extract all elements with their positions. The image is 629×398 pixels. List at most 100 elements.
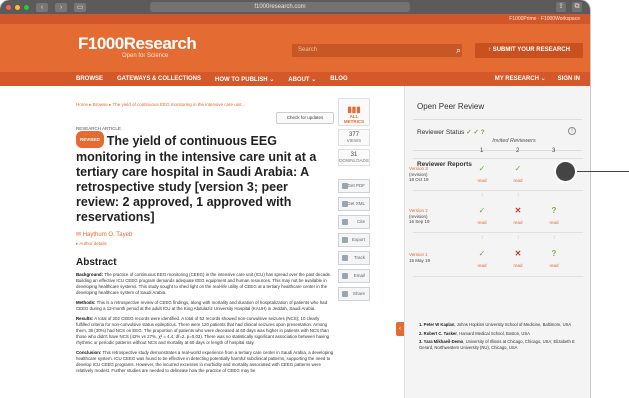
- nav-sign-in[interactable]: SIGN IN: [558, 72, 580, 86]
- reviewer-number: 2.: [419, 330, 423, 336]
- read-report-link[interactable]: read: [547, 220, 561, 225]
- envelope-icon: [342, 273, 348, 279]
- read-report-link[interactable]: read: [547, 263, 561, 268]
- nav-gateways[interactable]: GATEWAYS & COLLECTIONS: [117, 76, 201, 82]
- xml-icon: [342, 201, 348, 207]
- tool-label: Cite: [356, 219, 365, 224]
- version-name[interactable]: Version 2: [409, 208, 428, 213]
- not-approved-icon: ✕: [514, 206, 522, 215]
- info-icon[interactable]: i: [568, 127, 576, 135]
- back-icon[interactable]: ‹: [36, 2, 48, 12]
- site-logo[interactable]: F1000Research: [78, 34, 197, 54]
- main-nav: BROWSE GATEWAYS & COLLECTIONS HOW TO PUB…: [0, 72, 590, 86]
- bar-chart-icon: ▮▮▮: [347, 105, 361, 114]
- downloads-metric: 31 DOWNLOADS: [338, 149, 370, 166]
- reservations-icon: ?: [551, 206, 557, 215]
- share-button[interactable]: Share: [338, 287, 370, 301]
- site-header: F1000Research Open for Science Search ⌕ …: [0, 24, 590, 72]
- approved-icon: ✓: [514, 164, 522, 173]
- article-main: Home ▸ Browse ▸ The yield of continuous …: [76, 86, 334, 398]
- cite-button[interactable]: Cite: [338, 215, 370, 229]
- status-icons: ✓ ✓ ?: [466, 129, 485, 136]
- version-1-label[interactable]: Version 1 15 May 19: [409, 252, 430, 263]
- reviewer-item: 1. Peter W Kaplan, Johns Hopkins Univers…: [419, 322, 579, 328]
- pdf-icon: [342, 183, 348, 189]
- reservations-icon: ?: [551, 249, 557, 258]
- reviewer-column-1: 1: [480, 148, 484, 154]
- reviewer-list: 1. Peter W Kaplan, Johns Hopkins Univers…: [419, 322, 579, 353]
- tool-label: Track: [353, 255, 365, 260]
- nav-blog[interactable]: BLOG: [330, 76, 347, 82]
- version-name[interactable]: Version 1: [409, 252, 428, 257]
- read-report-link[interactable]: read: [475, 220, 489, 225]
- approved-icon: ✓: [478, 206, 486, 215]
- minimize-window-button[interactable]: [15, 4, 20, 10]
- version-date: 15 May 19: [409, 257, 431, 263]
- all-metrics-button[interactable]: ▮▮▮ ALL METRICS: [338, 98, 370, 126]
- reviewer-item: 2. Robert C. Tasker, Harvard Medical Sch…: [419, 331, 579, 337]
- export-icon: [342, 237, 348, 243]
- tool-label: Get PDF: [347, 183, 365, 188]
- arrow-up-icon: ↑: [480, 193, 484, 199]
- approved-icon: ✓: [478, 249, 486, 258]
- search-icon[interactable]: ⌕: [456, 44, 461, 57]
- close-window-button[interactable]: [6, 4, 11, 10]
- version-date: 18 Oct 19: [409, 177, 429, 182]
- email-icon: ✉: [76, 232, 83, 238]
- search-input[interactable]: Search: [292, 44, 462, 57]
- reviewer-name[interactable]: Yara Mikhaeil-Demo: [424, 339, 464, 344]
- address-bar[interactable]: f1000research.com: [150, 2, 410, 12]
- read-report-link[interactable]: read: [511, 263, 525, 268]
- version-name[interactable]: Version 3: [409, 166, 428, 171]
- get-xml-button[interactable]: Get XML: [338, 197, 370, 211]
- tool-label: Export: [351, 237, 365, 242]
- read-report-link[interactable]: read: [475, 263, 489, 268]
- divider: [413, 190, 583, 191]
- paragraph-text: The practice of continuous EEG monitorin…: [76, 272, 332, 295]
- version-3-label[interactable]: Version 3 (revision) 18 Oct 19: [409, 166, 429, 183]
- paragraph-label: Background:: [76, 272, 104, 277]
- paragraph-text: This is a retrospective review of CEEG f…: [76, 300, 328, 311]
- author-details-link[interactable]: ▸ Author details: [76, 241, 334, 247]
- divider: [413, 158, 583, 159]
- submit-research-button[interactable]: ↑ SUBMIT YOUR RESEARCH: [475, 43, 583, 58]
- approved-icon: ✓: [478, 164, 486, 173]
- paragraph-label: Results:: [76, 316, 94, 321]
- reviewer-number: 1.: [419, 322, 423, 327]
- forward-icon[interactable]: ›: [55, 2, 67, 12]
- nav-my-research[interactable]: MY RESEARCH ⌄: [495, 72, 546, 86]
- reviewer-name[interactable]: Peter W Kaplan: [424, 322, 455, 327]
- page-body: Home ▸ Browse ▸ The yield of continuous …: [0, 86, 590, 398]
- track-button[interactable]: Track: [338, 251, 370, 265]
- read-report-link[interactable]: read: [475, 178, 489, 183]
- email-button[interactable]: Email: [338, 269, 370, 283]
- get-pdf-button[interactable]: Get PDF: [338, 179, 370, 193]
- browser-window: ‹ › ▭ f1000research.com ⇪ ⧉ F1000Prime ·…: [0, 0, 590, 398]
- nav-how-to-publish[interactable]: HOW TO PUBLISH ⌄: [215, 76, 274, 83]
- share-icon[interactable]: ⇪: [556, 2, 566, 12]
- reviewer-name[interactable]: Robert C. Tasker: [424, 331, 457, 336]
- check-updates-button[interactable]: Check for updates: [276, 112, 334, 124]
- paragraph-label: Methods:: [76, 300, 96, 305]
- paragraph-text: A total of 202 CEEG records were identif…: [76, 316, 330, 345]
- callout-line: [566, 171, 629, 172]
- author-name[interactable]: ✉ Haythum O. Tayeb: [76, 231, 334, 238]
- tabs-icon[interactable]: ⧉: [572, 2, 582, 12]
- top-links[interactable]: F1000Prime · F1000Workspace: [0, 14, 590, 24]
- maximize-window-button[interactable]: [24, 4, 29, 10]
- read-report-link[interactable]: read: [511, 220, 525, 225]
- sidebar-icon[interactable]: ▭: [74, 2, 86, 12]
- version-2-label[interactable]: Version 2 (revision) 16 Sep 19: [409, 208, 430, 225]
- author-name-text[interactable]: Haythum O. Tayeb: [83, 232, 133, 238]
- nav-browse[interactable]: BROWSE: [76, 76, 103, 82]
- breadcrumb[interactable]: Home ▸ Browse ▸ The yield of continuous …: [76, 102, 334, 108]
- views-metric: 377 VIEWS: [338, 129, 370, 146]
- read-report-link[interactable]: read: [511, 178, 525, 183]
- arrow-up-icon: ↑: [516, 235, 520, 241]
- quote-icon: [342, 219, 348, 225]
- paragraph-text: This retrospective study demonstrates a …: [76, 350, 334, 373]
- export-button[interactable]: Export: [338, 233, 370, 247]
- collapse-panel-button[interactable]: ‹: [396, 322, 404, 336]
- nav-about[interactable]: ABOUT ⌄: [288, 76, 316, 83]
- reviewer-item: 3. Yara Mikhaeil-Demo, University of Ill…: [419, 339, 579, 350]
